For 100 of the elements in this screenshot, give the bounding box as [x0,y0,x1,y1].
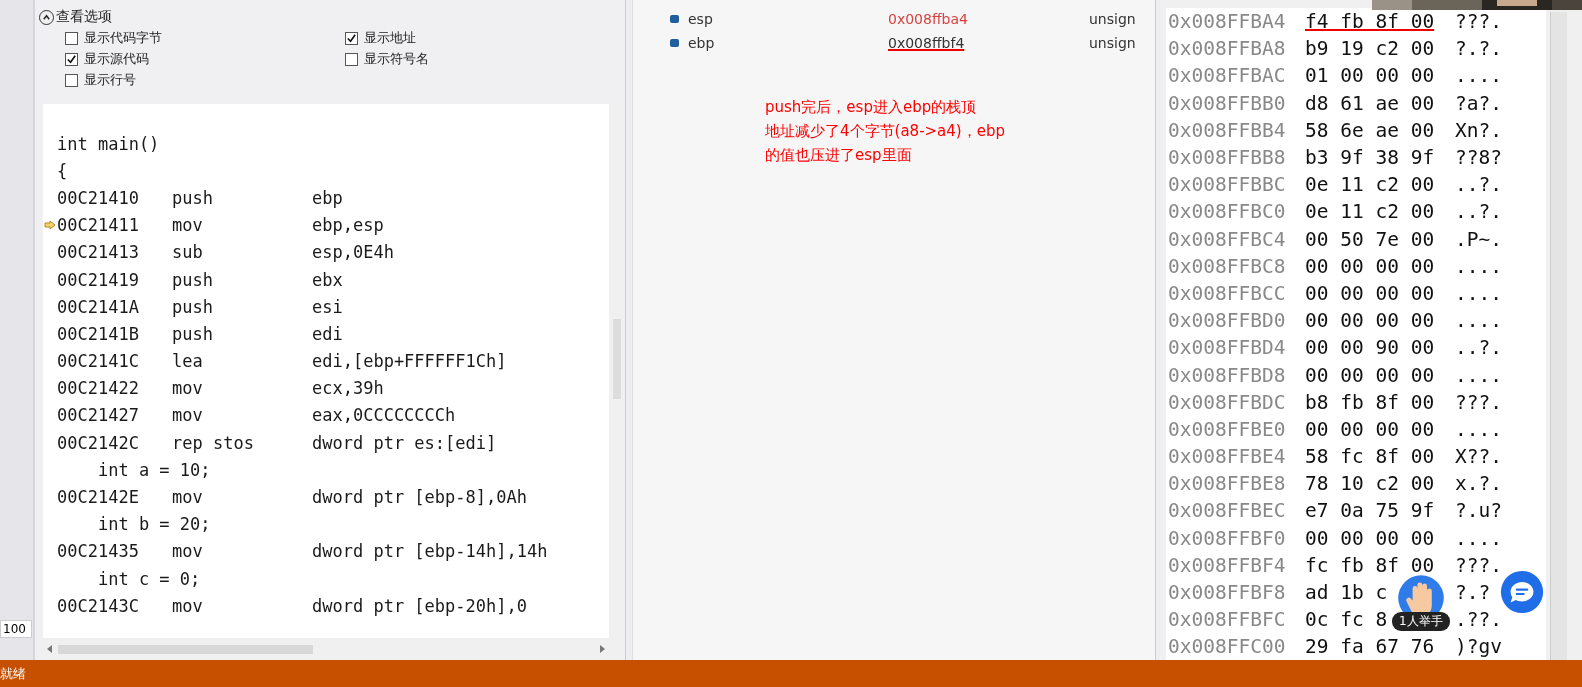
checkbox-label[interactable]: 显示符号名 [364,50,429,68]
instruction-operands: ebp [312,187,343,208]
status-text: 就绪 [0,664,26,683]
memory-bytes: 0e 11 c2 00 [1305,173,1435,197]
memory-bytes: 00 50 7e 00 [1305,227,1435,251]
memory-address: 0x008FFBD0 [1167,309,1287,333]
instruction-operands: ecx,39h [312,378,384,399]
memory-bytes: 00 00 00 00 [1305,526,1435,550]
code-address: 00C2141C [57,351,140,372]
checkbox-label[interactable]: 显示源代码 [84,50,149,68]
memory-address: 0x008FFBC8 [1167,254,1287,278]
memory-bytes: 58 fc 8f 00 [1305,445,1435,469]
instruction-operands: edi [312,323,343,344]
memory-bytes: d8 61 ae 00 [1305,91,1435,115]
instruction-mnemonic: mov [172,378,204,399]
memory-bytes: 58 6e ae 00 [1305,118,1435,142]
code-address: 00C2142E [57,487,140,508]
memory-chars: ???. [1455,390,1502,414]
instruction-mnemonic: push [172,187,214,208]
source-line: int b = 20; [96,514,211,535]
instruction-operands: edi,[ebp+FFFFFF1Ch] [312,351,507,372]
instruction-operands: ebx [312,269,343,290]
memory-address: 0x008FFBE4 [1167,445,1287,469]
instruction-mnemonic: lea [172,351,204,372]
memory-address: 0x008FFBF4 [1167,553,1287,577]
memory-chars: ?a?. [1455,91,1502,115]
code-address: 00C2142C [57,432,140,453]
memory-bytes: e7 0a 75 9f [1305,499,1435,523]
memory-chars: .... [1455,363,1502,387]
raise-hand-button[interactable]: 1人举手 [1392,574,1450,631]
instruction-mnemonic: sub [172,242,204,263]
register-value: 0x008ffbf4 [888,35,966,51]
code-address: 00C21427 [57,405,140,426]
code-address: 00C21435 [57,541,140,562]
memory-bytes: ad 1b c [1305,581,1388,605]
instruction-mnemonic: rep stos [172,432,255,453]
memory-bytes: 01 00 00 00 [1305,64,1435,88]
memory-chars: ..?. [1455,173,1502,197]
register-name: ebp [688,35,716,51]
memory-chars: .... [1455,309,1502,333]
memory-bytes: fc fb 8f 00 [1305,553,1435,577]
code-address: 00C21411 [57,215,140,236]
annotation-text: push完后，esp进入ebp的栈顶 地址减少了4个字节(a8->a4)，ebp 的值也压进了esp里面 [765,97,1006,166]
code-address: 00C2141A [57,296,140,317]
memory-chars: X??. [1455,445,1502,469]
memory-address: 0x008FFBC0 [1167,200,1287,224]
memory-bytes: b8 fb 8f 00 [1305,390,1435,414]
memory-bytes: 78 10 c2 00 [1305,472,1435,496]
memory-chars: .... [1455,417,1502,441]
memory-address: 0x008FFBEC [1167,499,1287,523]
memory-bytes: 00 00 00 00 [1305,254,1435,278]
instruction-mnemonic: mov [172,487,204,508]
memory-chars: .... [1455,254,1502,278]
memory-address: 0x008FFBB8 [1167,146,1287,170]
instruction-operands: dword ptr es:[edi] [312,432,497,453]
checkbox-label[interactable]: 显示代码字节 [84,29,162,47]
instruction-mnemonic: push [172,269,214,290]
memory-address: 0x008FFBD4 [1167,336,1287,360]
memory-address: 0x008FFBF8 [1167,581,1287,605]
memory-address: 0x008FFBB4 [1167,118,1287,142]
instruction-operands: dword ptr [ebp-20h],0 [312,595,527,616]
memory-chars: ?.u? [1455,499,1502,523]
register-type: unsign [1089,11,1136,27]
memory-address: 0x008FFBCC [1167,281,1287,305]
source-line: int main() [57,133,160,154]
memory-chars: ..?. [1455,200,1502,224]
instruction-mnemonic: mov [172,541,204,562]
memory-address: 0x008FFBD8 [1167,363,1287,387]
memory-chars: ???. [1455,553,1502,577]
instruction-mnemonic: push [172,296,214,317]
source-line: { [57,160,68,181]
zoom-field[interactable]: 100 [0,620,32,638]
memory-chars: .... [1455,526,1502,550]
instruction-mnemonic: mov [172,405,204,426]
memory-bytes: f4 fb 8f 00 [1305,10,1435,34]
instruction-operands: dword ptr [ebp-8],0Ah [312,487,527,508]
source-line: int a = 10; [96,459,211,480]
memory-chars: .??. [1455,608,1502,632]
memory-bytes: 0c fc 8 [1305,608,1388,632]
memory-chars: .... [1455,281,1502,305]
memory-address: 0x008FFBA4 [1167,10,1287,34]
memory-bytes: b3 9f 38 9f [1305,146,1435,170]
memory-bytes: 00 00 00 00 [1305,281,1435,305]
code-address: 00C21413 [57,242,140,263]
memory-address: 0x008FFBAC [1167,64,1287,88]
memory-address: 0x008FFBB0 [1167,91,1287,115]
memory-bytes: 00 00 90 00 [1305,336,1435,360]
code-address: 00C2141B [57,323,140,344]
section-title: 查看选项 [56,8,112,26]
code-address: 00C2143C [57,595,140,616]
memory-address: 0x008FFBC4 [1167,227,1287,251]
memory-bytes: 00 00 00 00 [1305,417,1435,441]
memory-chars: .... [1455,64,1502,88]
memory-chars: )?gv [1455,635,1502,659]
checkbox-label[interactable]: 显示行号 [84,71,136,89]
checkbox-label[interactable]: 显示地址 [364,29,416,47]
memory-address: 0x008FFC00 [1167,635,1287,659]
memory-chars: ??8? [1455,146,1502,170]
instruction-mnemonic: push [172,323,214,344]
register-name: esp [688,11,714,27]
